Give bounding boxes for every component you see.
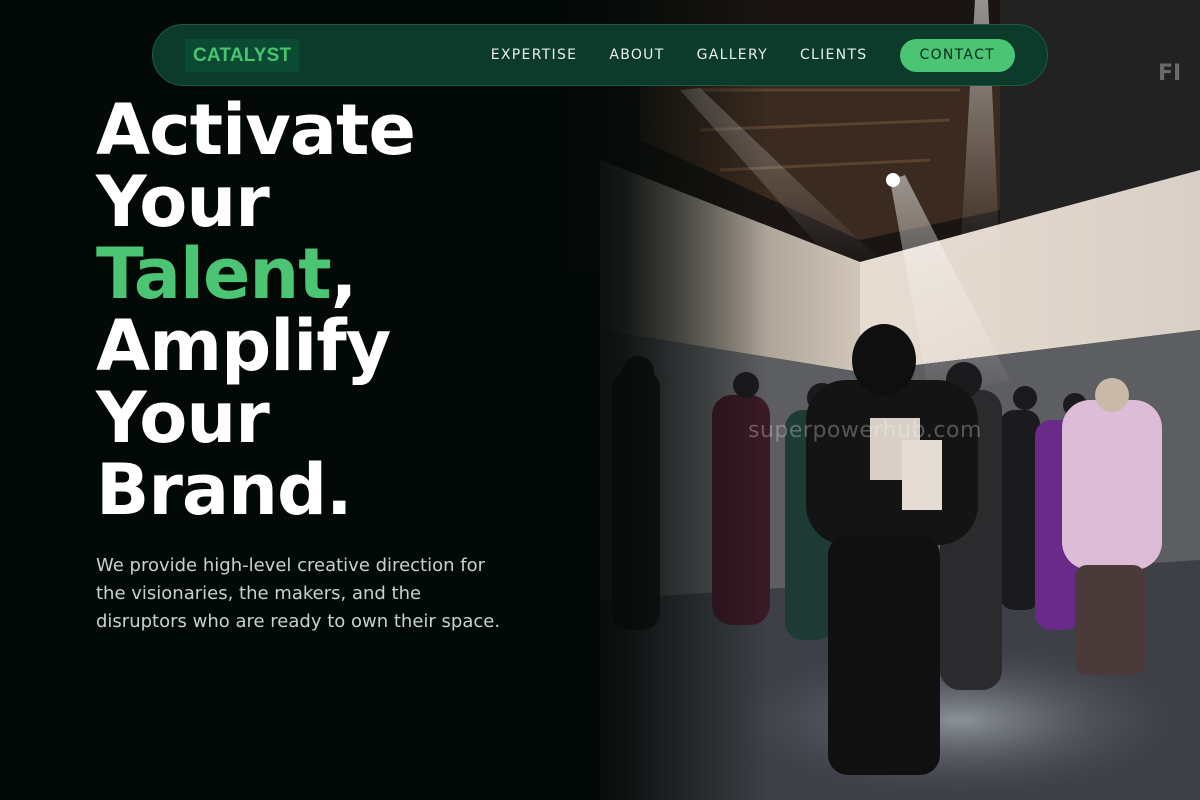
hero-headline: Activate Your Talent, Amplify Your Brand… (96, 89, 416, 531)
headline-line-4: Amplify (96, 305, 391, 387)
nav-links: EXPERTISE ABOUT GALLERY CLIENTS CONTACT (491, 38, 1015, 72)
contact-button[interactable]: CONTACT (899, 38, 1015, 72)
nav-link-expertise[interactable]: EXPERTISE (491, 47, 578, 63)
headline-comma: , (330, 233, 358, 315)
headline-line-5: Your (96, 377, 270, 459)
headline-line-6: Brand. (96, 449, 353, 531)
top-navbar: CATALYST EXPERTISE ABOUT GALLERY CLIENTS… (152, 24, 1048, 86)
svg-text:FI: FI (1158, 61, 1181, 86)
nav-link-about[interactable]: ABOUT (609, 47, 664, 63)
headline-line-3: Talent, (96, 238, 415, 310)
brand-logo[interactable]: CATALYST (185, 38, 300, 72)
watermark-text: superpowerhub.com (748, 418, 982, 443)
nav-link-gallery[interactable]: GALLERY (697, 47, 768, 63)
hero-section: FI superpowerhub.com CATALYST EXPERTISE … (0, 0, 1200, 800)
headline-accent-word: Talent (96, 233, 332, 315)
hero-subtext: We provide high-level creative direction… (96, 555, 501, 632)
nav-link-clients[interactable]: CLIENTS (800, 47, 868, 63)
headline-line-2: Your (96, 161, 270, 243)
headline-line-1: Activate (96, 89, 416, 171)
